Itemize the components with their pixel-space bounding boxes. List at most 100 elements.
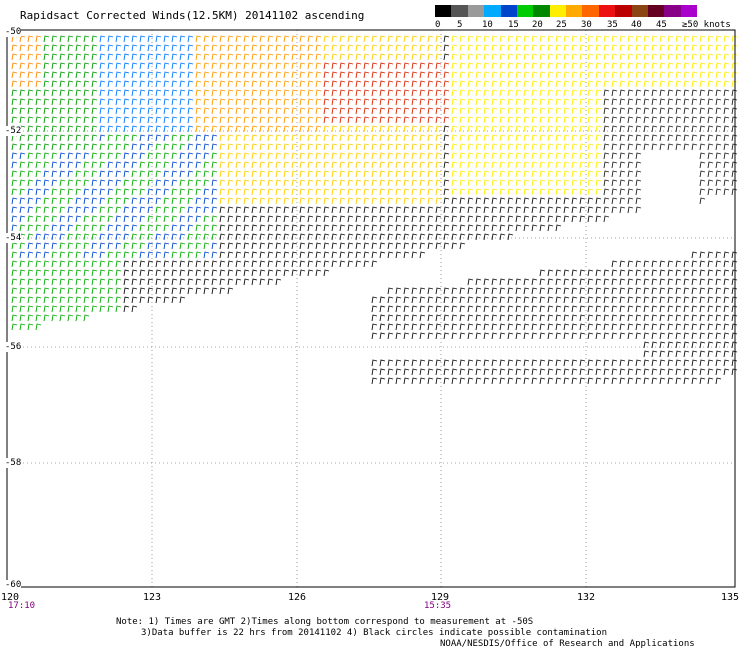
wind-barb [507,224,514,232]
wind-barb [51,278,58,286]
wind-barb [395,89,402,97]
wind-barb [99,233,106,241]
wind-barb [483,161,490,169]
wind-barb [627,170,634,178]
wind-barb [627,107,634,115]
wind-barb [691,314,698,322]
wind-barb [259,170,266,178]
wind-barb [467,305,474,313]
wind-barb [491,80,498,88]
wind-barb [115,296,122,304]
wind-barb [91,188,98,196]
wind-barb [211,152,218,160]
wind-barb [363,188,370,196]
wind-barb [507,233,514,241]
wind-barb [683,350,690,358]
wind-barb [147,197,154,205]
wind-barb [259,215,266,223]
wind-barb [91,44,98,52]
wind-barb [99,170,106,178]
wind-barb [299,80,306,88]
wind-barb [219,80,226,88]
wind-barb [451,170,458,178]
wind-barb [75,53,82,61]
wind-barb [387,44,394,52]
wind-barb [19,224,26,232]
wind-barb [363,251,370,259]
wind-barb [243,206,250,214]
wind-barb [451,125,458,133]
wind-barb [667,278,674,286]
wind-barb [371,179,378,187]
wind-barb [187,125,194,133]
wind-barb [259,278,266,286]
wind-barb [707,179,714,187]
wind-barb [43,278,50,286]
wind-barb [403,44,410,52]
wind-barb [267,188,274,196]
wind-barb [67,251,74,259]
wind-barb [299,161,306,169]
wind-barb [651,143,658,151]
wind-barb [67,206,74,214]
wind-barb [387,107,394,115]
wind-barb [563,188,570,196]
wind-barb [203,53,210,61]
wind-barb [379,44,386,52]
wind-barb [235,215,242,223]
wind-barb [451,377,458,385]
wind-barb [667,269,674,277]
wind-barb [443,134,450,142]
wind-barb [627,80,634,88]
wind-barb [35,233,42,241]
wind-barb [515,296,522,304]
wind-barb [611,206,618,214]
wind-barb [235,170,242,178]
wind-barb [331,89,338,97]
wind-barb [123,44,130,52]
wind-barb [715,125,722,133]
wind-barb [499,80,506,88]
wind-barb [379,305,386,313]
wind-barb [267,125,274,133]
wind-barb [243,44,250,52]
wind-barb [547,170,554,178]
wind-barb [131,125,138,133]
wind-barb [675,116,682,124]
wind-barb [251,44,258,52]
wind-barb [187,269,194,277]
wind-barb [547,314,554,322]
wind-barb [691,287,698,295]
wind-barb [523,170,530,178]
wind-barb [259,260,266,268]
wind-barb [491,62,498,70]
wind-barb [395,305,402,313]
wind-barb [419,143,426,151]
wind-barb [307,116,314,124]
wind-barb [299,62,306,70]
wind-barb [139,215,146,223]
wind-barb [611,323,618,331]
wind-barb [667,107,674,115]
wind-barb [339,62,346,70]
wind-barb [139,116,146,124]
wind-barb [499,332,506,340]
wind-barb [51,116,58,124]
wind-barb [427,35,434,43]
wind-barb [555,80,562,88]
wind-barb [435,206,442,214]
wind-barb [171,260,178,268]
wind-barb [595,305,602,313]
wind-barb [547,359,554,367]
wind-barb [563,368,570,376]
wind-barb [523,179,530,187]
wind-barb [435,134,442,142]
wind-barb [499,368,506,376]
wind-barb [403,215,410,223]
wind-barb [115,62,122,70]
wind-barb [195,224,202,232]
wind-barb [419,332,426,340]
wind-barb [371,71,378,79]
wind-barb [659,359,666,367]
wind-barb [171,188,178,196]
